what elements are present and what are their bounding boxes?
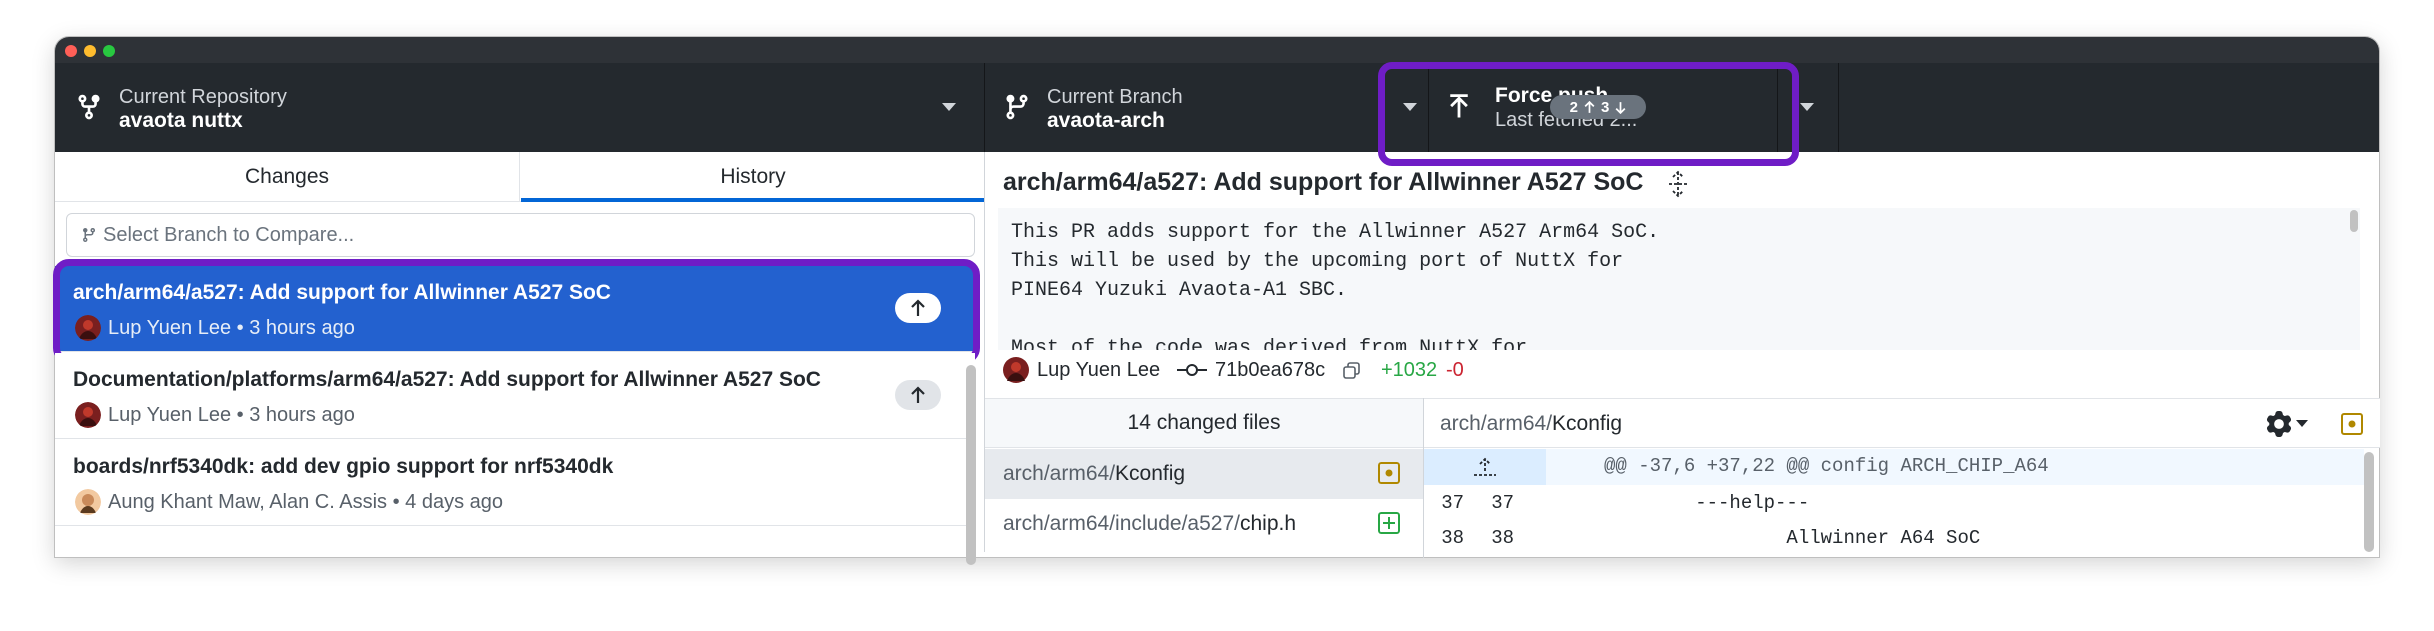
expand-up-icon: [1474, 457, 1496, 476]
diff-file-dir: arch/arm64/: [1440, 412, 1553, 435]
commit-list-scrollbar[interactable]: [966, 365, 976, 565]
lines-removed: -0: [1446, 359, 1464, 381]
toolbar-divider: [1838, 63, 1839, 152]
diff-line: 37 37 ---help---: [1424, 486, 2364, 522]
tab-history[interactable]: History: [521, 152, 985, 202]
copy-icon[interactable]: [1343, 362, 1361, 380]
lines-added: +1032: [1381, 359, 1438, 381]
repo-fork-icon: [78, 94, 100, 120]
commit-description-text: This PR adds support for the Allwinner A…: [1011, 221, 1660, 350]
new-line-number: 37: [1491, 492, 1514, 514]
hunk-text: @@ -37,6 +37,22 @@ config ARCH_CHIP_A64: [1604, 455, 2049, 477]
commit-message: boards/nrf5340dk: add dev gpio support f…: [73, 455, 614, 478]
repository-name: avaota nuttx: [119, 109, 243, 132]
gear-icon[interactable]: [2266, 411, 2292, 437]
diff-scrollbar[interactable]: [2364, 452, 2374, 552]
diff-header: arch/arm64/Kconfig: [1424, 398, 2380, 448]
old-line-number: 37: [1441, 492, 1464, 514]
commit-description: This PR adds support for the Allwinner A…: [998, 208, 2360, 350]
diff-hunk-header: @@ -37,6 +37,22 @@ config ARCH_CHIP_A64: [1424, 449, 2364, 485]
arrow-up-icon: [911, 386, 925, 403]
repository-label: Current Repository: [119, 86, 287, 108]
commit-list-item[interactable]: Documentation/platforms/arm64/a527: Add …: [55, 353, 975, 439]
unpushed-indicator: [895, 380, 941, 410]
commit-list-item[interactable]: boards/nrf5340dk: add dev gpio support f…: [55, 440, 975, 526]
diff-line: 38 38 Allwinner A64 SoC: [1424, 521, 2364, 557]
selection-highlight-annotation: [53, 259, 980, 364]
branch-name: avaota-arch: [1047, 109, 1165, 132]
avatar: [1003, 357, 1029, 383]
file-name: chip.h: [1239, 512, 1297, 535]
file-added-icon: [1378, 512, 1400, 534]
close-window-button[interactable]: [65, 45, 77, 57]
expand-hunk-button[interactable]: [1424, 449, 1546, 485]
file-modified-icon: [1378, 462, 1400, 484]
minimize-window-button[interactable]: [84, 45, 96, 57]
commit-author-time: Aung Khant Maw, Alan C. Assis • 4 days a…: [108, 491, 504, 513]
avatar: [75, 489, 101, 515]
changed-files-header: 14 changed files: [985, 398, 1423, 448]
commit-message: Documentation/platforms/arm64/a527: Add …: [73, 368, 821, 391]
chevron-down-icon: [1800, 103, 1814, 111]
branch-selector[interactable]: Current Branch avaota-arch: [985, 63, 1428, 152]
title-bar: [55, 37, 2379, 63]
commit-meta: Lup Yuen Lee 71b0ea678c +1032 -0: [1003, 356, 2343, 386]
zoom-window-button[interactable]: [103, 45, 115, 57]
git-commit-icon: [1177, 364, 1207, 376]
page: Current Repository avaota nuttx Current …: [0, 0, 2434, 565]
toolbar: Current Repository avaota nuttx Current …: [55, 63, 2379, 152]
chevron-down-icon: [942, 103, 956, 111]
diff-file-name: Kconfig: [1552, 412, 1623, 435]
branch-icon: [1006, 94, 1028, 120]
file-name: Kconfig: [1115, 462, 1186, 485]
branch-label: Current Branch: [1047, 86, 1183, 108]
expand-icon[interactable]: [1665, 170, 1691, 198]
compare-branch-field[interactable]: [66, 213, 975, 257]
diff-file-path: arch/arm64/Kconfig: [1440, 412, 1622, 436]
repository-selector[interactable]: Current Repository avaota nuttx: [55, 63, 984, 152]
file-dir: arch/arm64/include/a527/: [1003, 512, 1240, 535]
commit-sha: 71b0ea678c: [1215, 359, 1326, 381]
branch-icon: [82, 228, 95, 243]
commit-author: Lup Yuen Lee: [1037, 359, 1161, 381]
commit-summary-title: arch/arm64/a527: Add support for Allwinn…: [1003, 168, 1644, 196]
file-modified-icon: [2341, 413, 2363, 435]
tab-changes[interactable]: Changes: [55, 152, 520, 202]
old-line-number: 38: [1441, 527, 1464, 549]
new-line-number: 38: [1491, 527, 1514, 549]
diff-code: Allwinner A64 SoC: [1604, 527, 1981, 549]
diff-code: ---help---: [1604, 492, 1810, 514]
file-dir: arch/arm64/: [1003, 462, 1116, 485]
chevron-down-icon[interactable]: [2296, 420, 2308, 427]
description-scrollbar[interactable]: [2350, 210, 2358, 232]
compare-branch-input[interactable]: [103, 221, 953, 249]
history-tabs: Changes History: [55, 152, 985, 202]
file-path: arch/arm64/include/a527/chip.h: [1003, 512, 1296, 536]
commit-author-time: Lup Yuen Lee • 3 hours ago: [108, 404, 355, 426]
avatar: [75, 402, 101, 428]
file-path: arch/arm64/Kconfig: [1003, 462, 1185, 486]
file-list-item[interactable]: arch/arm64/Kconfig: [985, 449, 1423, 499]
push-highlight-annotation: [1378, 62, 1799, 166]
